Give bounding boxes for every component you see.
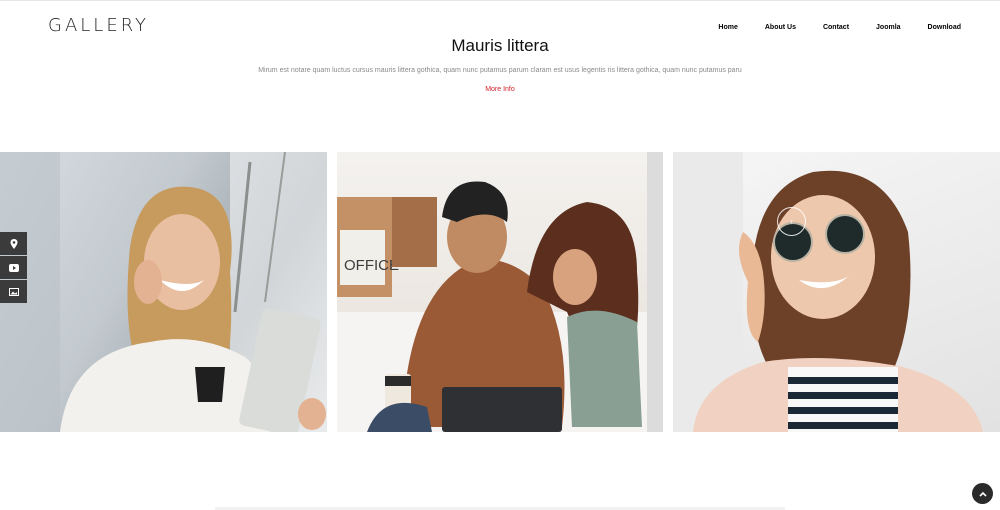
site-logo[interactable]: GALLERY <box>48 15 149 36</box>
nav-about-us[interactable]: About Us <box>765 24 796 31</box>
main-nav: Home About Us Contact Joomla Download <box>718 24 961 31</box>
more-info-link[interactable]: More Info <box>485 86 515 93</box>
map-pin-button[interactable] <box>0 232 27 255</box>
map-pin-icon <box>10 238 17 249</box>
side-toolbar <box>0 232 27 304</box>
gallery-photo-1[interactable] <box>0 152 327 432</box>
gallery-photo-3[interactable] <box>673 152 1000 432</box>
nav-home[interactable]: Home <box>718 24 737 31</box>
svg-text:OFFICE: OFFICE <box>344 257 399 274</box>
hero-subtitle: Mirum est notare quam luctus cursus maur… <box>258 67 742 74</box>
couple-with-laptop-photo: OFFICE <box>337 152 663 432</box>
image-icon <box>8 287 19 296</box>
hero-title: Mauris littera <box>451 36 549 55</box>
nav-joomla[interactable]: Joomla <box>876 24 901 31</box>
hover-indicator[interactable]: › <box>777 207 806 236</box>
nav-download[interactable]: Download <box>928 24 961 31</box>
nav-contact[interactable]: Contact <box>823 24 849 31</box>
scroll-to-top-button[interactable] <box>972 483 993 504</box>
gallery-grid: OFFICE <box>0 152 1000 432</box>
image-button[interactable] <box>0 280 27 303</box>
woman-with-tablet-photo <box>0 152 327 432</box>
chevron-up-icon <box>978 491 987 497</box>
woman-with-sunglasses-photo <box>673 152 983 432</box>
gallery-photo-2[interactable]: OFFICE <box>337 152 663 432</box>
top-border <box>0 0 1000 1</box>
youtube-icon <box>8 263 19 272</box>
youtube-button[interactable] <box>0 256 27 279</box>
more-info-container: More Info <box>0 86 1000 93</box>
